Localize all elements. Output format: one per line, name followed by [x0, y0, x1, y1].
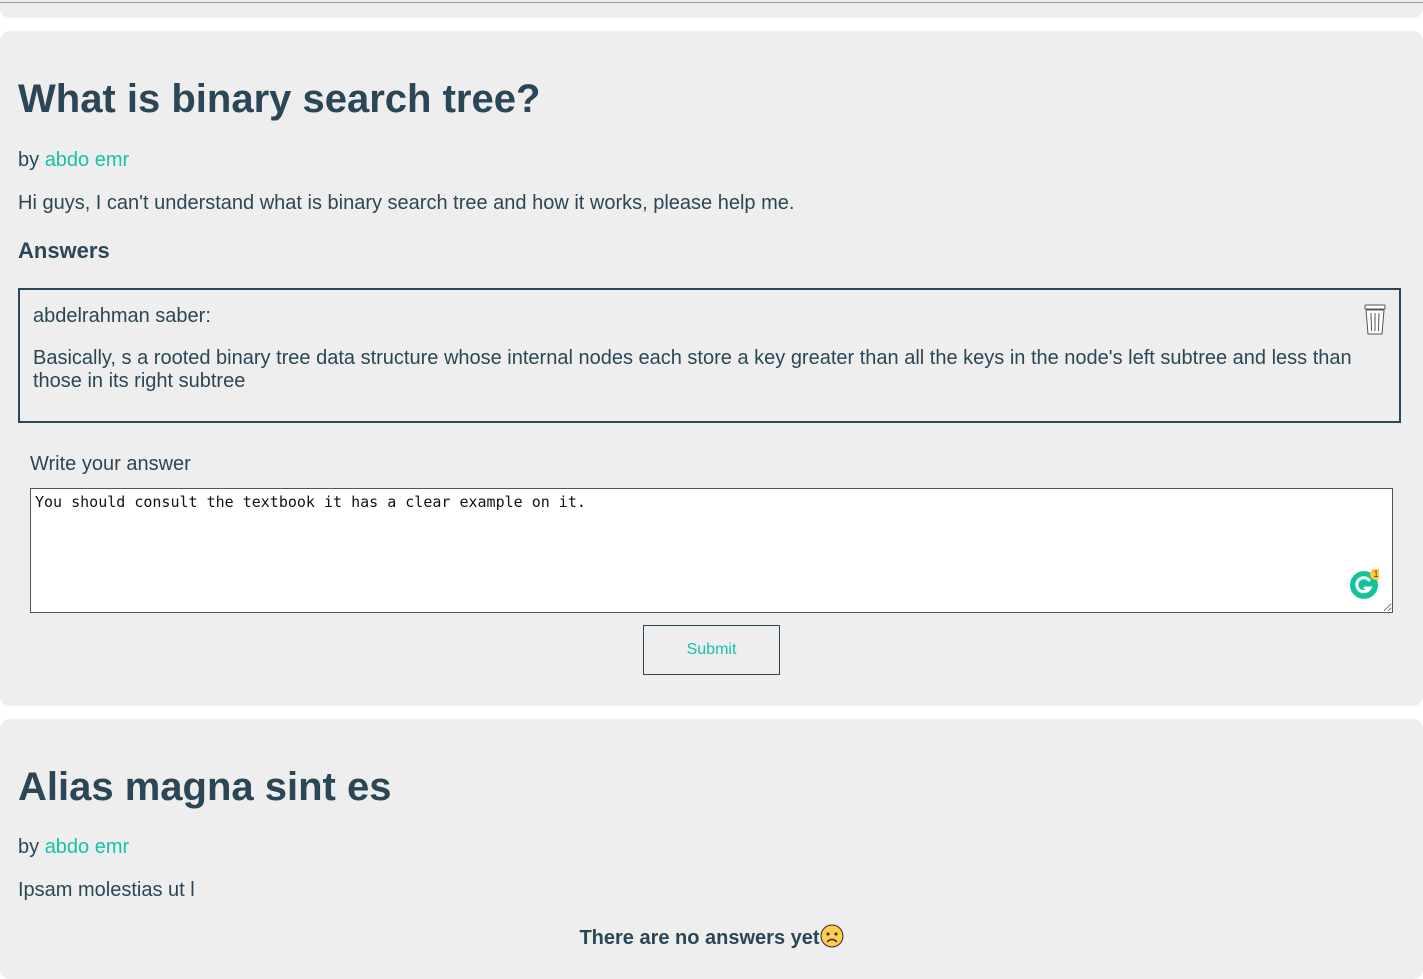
answer-textarea[interactable]: You should consult the textbook it has a… [30, 488, 1393, 613]
question-body: Hi guys, I can't understand what is bina… [18, 192, 795, 214]
answer-text: Basically, s a rooted binary tree data s… [33, 347, 1352, 392]
author-link[interactable]: abdo emr [45, 836, 130, 858]
question-card: Alias magna sint es by abdo emr Ipsam mo… [0, 719, 1423, 979]
sad-face-icon [820, 924, 844, 948]
grammarly-icon[interactable]: 1 [1349, 568, 1382, 599]
trash-icon[interactable] [1363, 304, 1387, 336]
by-label: by [18, 836, 40, 858]
by-label: by [18, 149, 40, 171]
question-title: Alias magna sint es [18, 765, 392, 809]
answers-heading: Answers [18, 238, 110, 263]
answer-item: abdelrahman saber: Basically, s a rooted… [18, 288, 1401, 423]
question-author-line: by abdo emr [18, 148, 129, 172]
answer-author: abdelrahman saber: [33, 305, 211, 327]
question-card: What is binary search tree? by abdo emr … [0, 31, 1423, 706]
submit-button[interactable]: Submit [643, 625, 780, 675]
write-answer-label: Write your answer [30, 453, 191, 475]
no-answers-message: There are no answers yet [0, 924, 1423, 950]
grammarly-badge-count: 1 [1373, 569, 1378, 579]
question-body: Ipsam molestias ut l [18, 879, 195, 901]
question-author-line: by abdo emr [18, 835, 129, 859]
question-title: What is binary search tree? [18, 77, 541, 121]
author-link[interactable]: abdo emr [45, 149, 130, 171]
previous-question-card [0, 0, 1423, 18]
no-answers-text: There are no answers yet [579, 927, 820, 949]
divider [0, 2, 1423, 3]
